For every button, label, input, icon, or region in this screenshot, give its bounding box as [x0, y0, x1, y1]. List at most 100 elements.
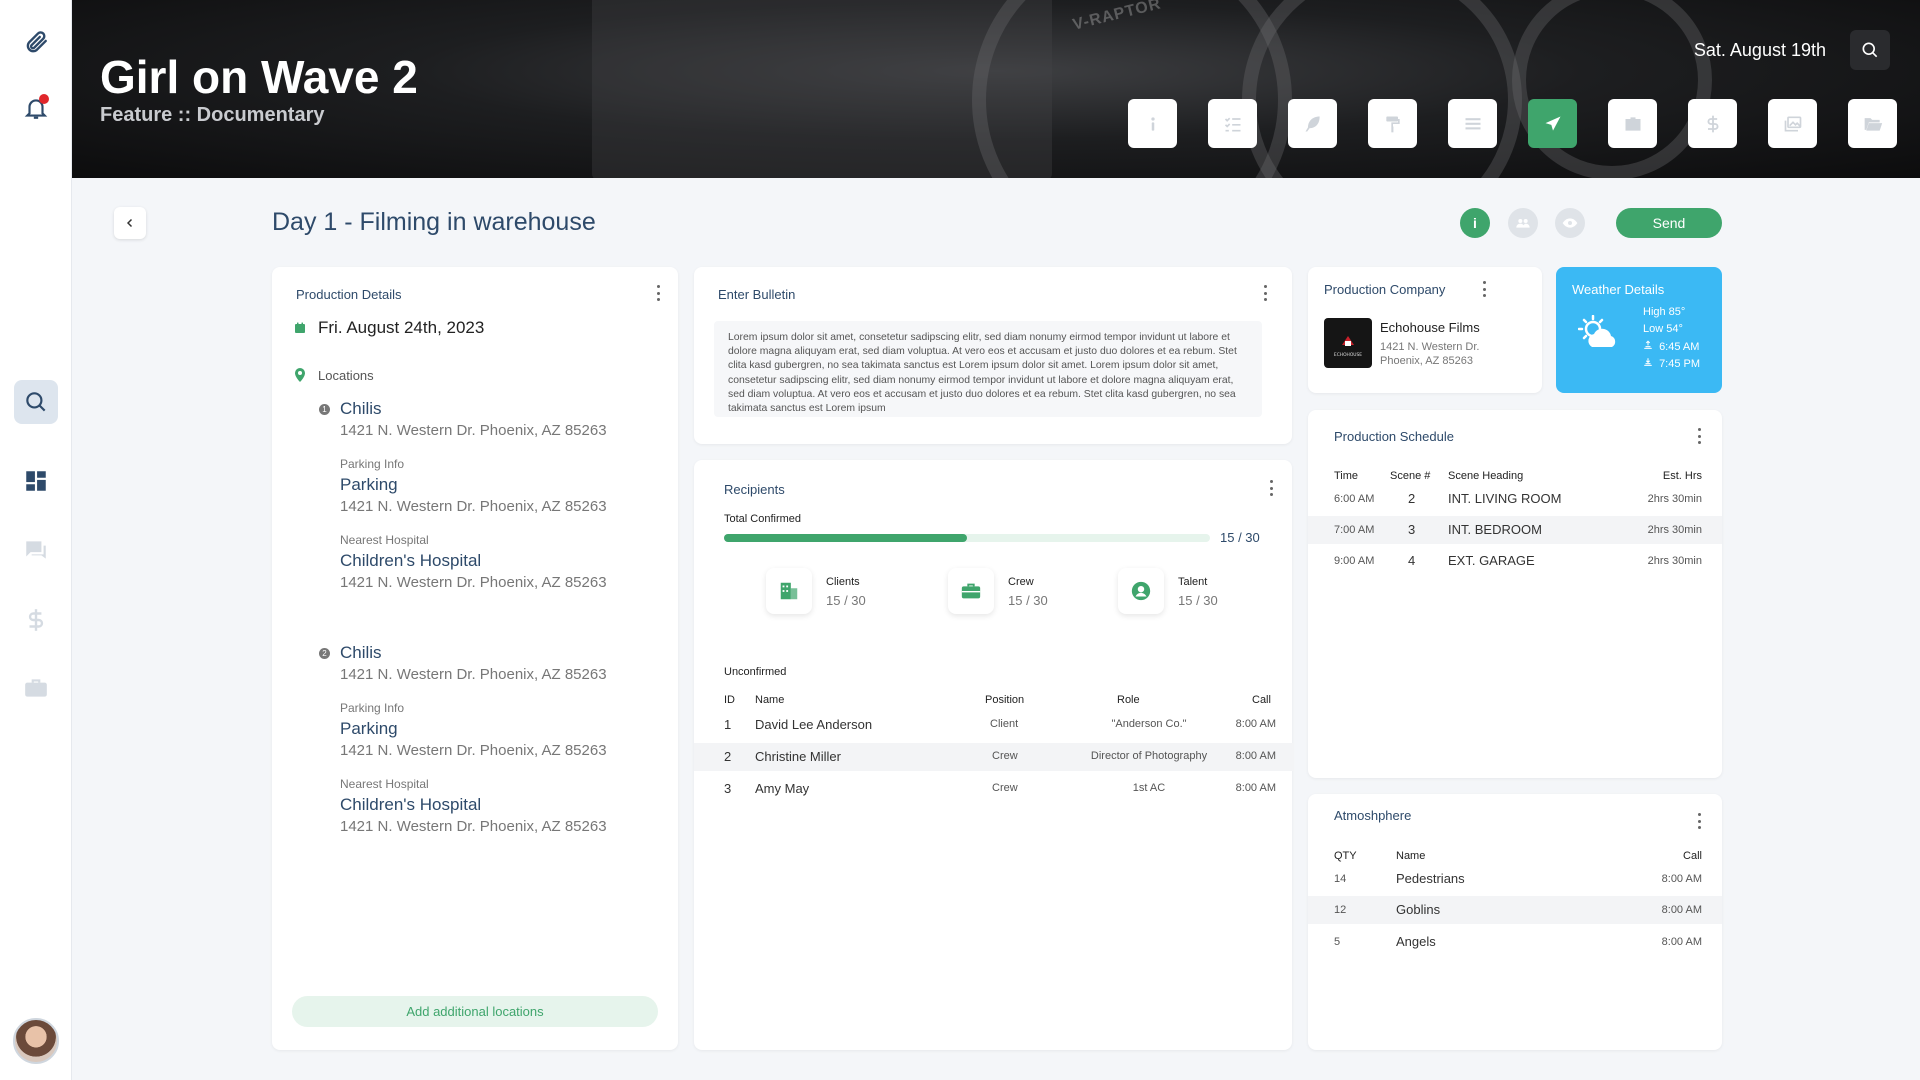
user-circle-icon [1131, 581, 1151, 601]
location-name[interactable]: Chilis [340, 643, 382, 663]
chat-icon[interactable] [14, 528, 58, 572]
hospital-name[interactable]: Children's Hospital [340, 795, 481, 815]
cell-position: Client [990, 718, 1019, 730]
table-row[interactable]: 1 David Lee Anderson Client "Anderson Co… [694, 711, 1294, 739]
cell-position: Crew [992, 782, 1018, 794]
card-title: Production Company [1324, 282, 1446, 297]
more-icon[interactable] [1696, 813, 1702, 829]
cell-scene: 3 [1408, 522, 1416, 537]
card-title: Recipients [724, 482, 785, 497]
tool-checklist-button[interactable] [1208, 99, 1257, 148]
cell-heading: EXT. GARAGE [1448, 553, 1535, 568]
table-row[interactable]: 3 Amy May Crew 1st AC 8:00 AM [694, 775, 1294, 803]
tool-info-button[interactable] [1128, 99, 1177, 148]
info-icon: i [1473, 215, 1477, 231]
cell-name: Goblins [1396, 902, 1441, 917]
weather-sunset: 7:45 PM [1643, 357, 1700, 370]
column-header-call: Call [1683, 850, 1702, 862]
more-icon[interactable] [1262, 285, 1268, 301]
images-icon [1784, 116, 1801, 131]
send-button[interactable]: Send [1616, 208, 1722, 238]
location-number: 2 [319, 648, 330, 659]
column-header-heading: Scene Heading [1448, 470, 1524, 482]
header-search-button[interactable] [1850, 30, 1890, 70]
bulletin-textarea[interactable]: Lorem ipsum dolor sit amet, consetetur s… [714, 321, 1262, 417]
tool-send-button[interactable] [1528, 99, 1577, 148]
dollar-icon[interactable] [14, 598, 58, 642]
dollar-icon [1707, 115, 1718, 132]
column-header-role: Role [1117, 694, 1140, 706]
more-icon[interactable] [1481, 281, 1487, 297]
cell-role: Director of Photography [1090, 750, 1208, 762]
table-row[interactable]: 2 Christine Miller Crew Director of Phot… [694, 743, 1294, 771]
address-line: Phoenix, AZ 85263 [1380, 355, 1473, 367]
bulletin-card: Enter Bulletin Lorem ipsum dolor sit ame… [694, 267, 1292, 444]
production-company-card: Production Company ECHOHOUSE Echohouse F… [1308, 267, 1542, 393]
checklist-icon [1224, 117, 1240, 131]
table-row[interactable]: 9:00 AM 4 EXT. GARAGE 2hrs 30min [1308, 547, 1722, 575]
more-icon[interactable] [1268, 480, 1274, 496]
parking-address: 1421 N. Western Dr. Phoenix, AZ 85263 [340, 498, 607, 515]
recipients-card: Recipients Total Confirmed 15 / 30 Clien… [694, 460, 1294, 1050]
more-icon[interactable] [1696, 428, 1702, 444]
cell-call: 8:00 AM [1661, 936, 1702, 948]
id-card-icon [1625, 116, 1640, 131]
module-toolbar [1128, 99, 1897, 148]
sunrise-icon [1644, 340, 1652, 349]
category-name: Clients [826, 576, 860, 588]
hospital-label: Nearest Hospital [340, 533, 429, 547]
info-toggle-button[interactable]: i [1460, 208, 1490, 238]
total-confirmed-value: 15 / 30 [1220, 530, 1260, 545]
column-header-id: ID [724, 694, 735, 706]
search-icon[interactable] [13, 380, 58, 424]
page-title: Day 1 - Filming in warehouse [272, 208, 596, 236]
avatar[interactable] [13, 1018, 59, 1064]
table-row[interactable]: 6:00 AM 2 INT. LIVING ROOM 2hrs 30min [1308, 485, 1722, 513]
preview-toggle-button[interactable] [1555, 208, 1585, 238]
paint-roller-icon [1385, 116, 1400, 132]
cell-qty: 14 [1334, 873, 1347, 885]
card-title: Production Schedule [1334, 429, 1454, 444]
back-button[interactable] [114, 207, 146, 239]
sunset-icon [1644, 358, 1652, 366]
table-row[interactable]: 12 Goblins 8:00 AM [1308, 896, 1722, 924]
tool-folder-button[interactable] [1848, 99, 1897, 148]
production-schedule-card: Production Schedule Time Scene # Scene H… [1308, 410, 1722, 778]
tool-gallery-button[interactable] [1768, 99, 1817, 148]
paperclip-icon[interactable] [14, 20, 58, 64]
tool-idcard-button[interactable] [1608, 99, 1657, 148]
tool-menu-button[interactable] [1448, 99, 1497, 148]
bell-icon[interactable] [14, 86, 58, 130]
cell-call: 8:00 AM [1661, 904, 1702, 916]
weather-card: Weather Details High 85° Low 54° 6:45 AM… [1556, 267, 1722, 393]
category-name: Talent [1178, 576, 1208, 588]
people-toggle-button[interactable] [1508, 208, 1538, 238]
production-date: Fri. August 24th, 2023 [318, 318, 485, 337]
folder-open-icon [1864, 117, 1882, 131]
table-row[interactable]: 14 Pedestrians 8:00 AM [1308, 865, 1722, 893]
tool-paint-button[interactable] [1368, 99, 1417, 148]
tool-budget-button[interactable] [1688, 99, 1737, 148]
category-value: 15 / 30 [826, 593, 866, 608]
briefcase-icon[interactable] [14, 666, 58, 710]
more-icon[interactable] [655, 285, 661, 301]
column-header-name: Name [1396, 850, 1426, 862]
column-header-est: Est. Hrs [1662, 470, 1702, 482]
dashboard-icon[interactable] [14, 459, 58, 503]
column-header-time: Time [1334, 470, 1359, 482]
table-row[interactable]: 7:00 AM 3 INT. BEDROOM 2hrs 30min [1308, 516, 1722, 544]
parking-address: 1421 N. Western Dr. Phoenix, AZ 85263 [340, 742, 607, 759]
location-name[interactable]: Chilis [340, 399, 382, 419]
eye-icon [1562, 218, 1578, 228]
weather-title: Weather Details [1572, 282, 1665, 297]
hospital-name[interactable]: Children's Hospital [340, 551, 481, 571]
table-row[interactable]: 5 Angels 8:00 AM [1308, 928, 1722, 956]
add-location-button[interactable]: Add additional locations [292, 996, 658, 1027]
parking-name[interactable]: Parking [340, 475, 398, 495]
tool-feather-button[interactable] [1288, 99, 1337, 148]
cell-call: 8:00 AM [1661, 873, 1702, 885]
chevron-left-icon [126, 218, 133, 228]
cell-id: 1 [724, 717, 732, 732]
cell-name: Pedestrians [1396, 871, 1465, 886]
parking-name[interactable]: Parking [340, 719, 398, 739]
